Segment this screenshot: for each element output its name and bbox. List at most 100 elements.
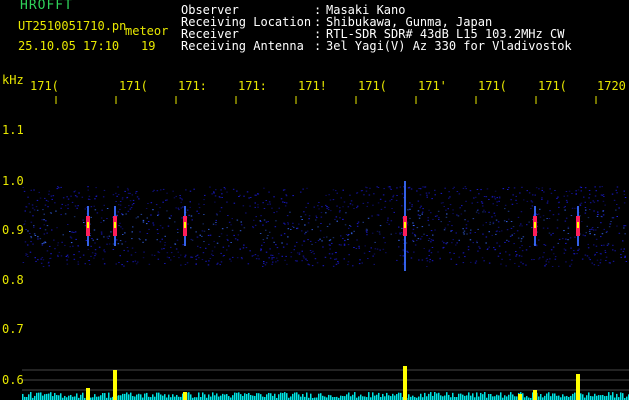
noise-speck <box>436 215 438 217</box>
noise-speck <box>536 214 538 216</box>
noise-speck <box>198 203 200 205</box>
noise-speck <box>301 230 303 232</box>
noise-speck <box>56 188 58 190</box>
noise-speck <box>103 236 105 238</box>
noise-speck <box>287 236 289 238</box>
noise-speck <box>92 239 94 241</box>
noise-speck <box>329 199 332 201</box>
noise-speck <box>24 220 27 222</box>
noise-speck <box>180 254 182 256</box>
baseline-bar <box>606 395 608 400</box>
noise-speck <box>77 261 79 263</box>
noise-speck <box>84 208 86 210</box>
noise-speck <box>103 204 105 206</box>
noise-speck <box>510 227 513 229</box>
noise-speck <box>254 224 257 226</box>
noise-speck <box>453 186 455 188</box>
noise-speck <box>50 257 52 259</box>
baseline-bar <box>604 396 606 400</box>
noise-speck <box>372 204 374 206</box>
baseline-bar <box>620 392 622 400</box>
noise-speck <box>569 265 571 267</box>
noise-speck <box>70 195 72 197</box>
noise-speck <box>430 239 433 241</box>
noise-speck <box>599 253 602 255</box>
noise-speck <box>184 256 186 258</box>
noise-speck <box>430 230 433 232</box>
noise-speck <box>247 263 250 265</box>
noise-speck <box>584 201 586 203</box>
noise-speck <box>106 218 108 219</box>
noise-speck <box>521 250 524 252</box>
noise-speck <box>546 218 548 219</box>
noise-speck <box>228 221 231 223</box>
noise-speck <box>168 257 170 259</box>
noise-speck <box>271 258 273 260</box>
noise-speck <box>132 199 135 201</box>
noise-speck <box>440 192 443 194</box>
noise-speck <box>367 258 369 259</box>
noise-speck <box>521 245 523 247</box>
noise-speck <box>284 259 286 261</box>
noise-speck <box>483 260 485 262</box>
noise-speck <box>569 237 572 239</box>
noise-speck <box>612 249 614 251</box>
baseline-bar <box>160 394 162 400</box>
noise-speck <box>423 233 425 235</box>
noise-speck <box>104 251 106 253</box>
noise-speck <box>614 250 616 252</box>
baseline-bar <box>372 392 374 400</box>
noise-speck <box>573 253 575 255</box>
noise-speck <box>356 192 359 194</box>
noise-speck <box>179 197 181 199</box>
noise-speck <box>30 237 33 239</box>
noise-speck <box>64 205 67 207</box>
baseline-bar <box>136 394 138 400</box>
noise-speck <box>121 197 124 199</box>
noise-speck <box>444 187 446 189</box>
noise-speck <box>160 189 162 191</box>
noise-speck <box>407 209 409 211</box>
noise-speck <box>334 218 336 220</box>
noise-speck <box>453 252 455 254</box>
noise-speck <box>580 202 583 204</box>
baseline-bar <box>554 393 556 400</box>
noise-speck <box>39 197 42 199</box>
noise-speck <box>554 256 557 258</box>
noise-speck <box>482 211 484 213</box>
noise-speck <box>293 249 295 251</box>
baseline-bar <box>318 393 320 400</box>
noise-speck <box>402 255 404 257</box>
noise-speck <box>516 203 518 204</box>
noise-speck <box>318 208 320 210</box>
noise-speck <box>409 208 411 210</box>
noise-speck <box>142 219 145 221</box>
noise-speck <box>492 203 494 205</box>
noise-speck <box>400 232 403 234</box>
baseline-bar <box>468 392 470 400</box>
noise-speck <box>87 186 89 188</box>
noise-speck <box>611 217 614 219</box>
baseline-bar <box>126 392 128 400</box>
baseline-bar <box>594 393 596 400</box>
noise-speck <box>187 223 189 225</box>
noise-speck <box>328 253 331 255</box>
noise-speck <box>305 258 307 260</box>
noise-speck <box>616 225 618 227</box>
noise-speck <box>81 196 84 198</box>
baseline-bar <box>424 392 426 400</box>
noise-speck <box>377 214 380 216</box>
noise-speck <box>70 237 73 239</box>
noise-speck <box>275 244 277 246</box>
noise-speck <box>547 200 549 202</box>
baseline-bar <box>270 393 272 400</box>
noise-speck <box>465 227 468 229</box>
noise-speck <box>115 192 117 194</box>
noise-speck <box>412 222 414 224</box>
noise-speck <box>126 187 129 189</box>
noise-speck <box>366 231 368 233</box>
baseline-bar <box>198 392 200 400</box>
noise-speck <box>422 208 424 210</box>
noise-speck <box>338 244 341 246</box>
noise-speck <box>482 224 484 226</box>
